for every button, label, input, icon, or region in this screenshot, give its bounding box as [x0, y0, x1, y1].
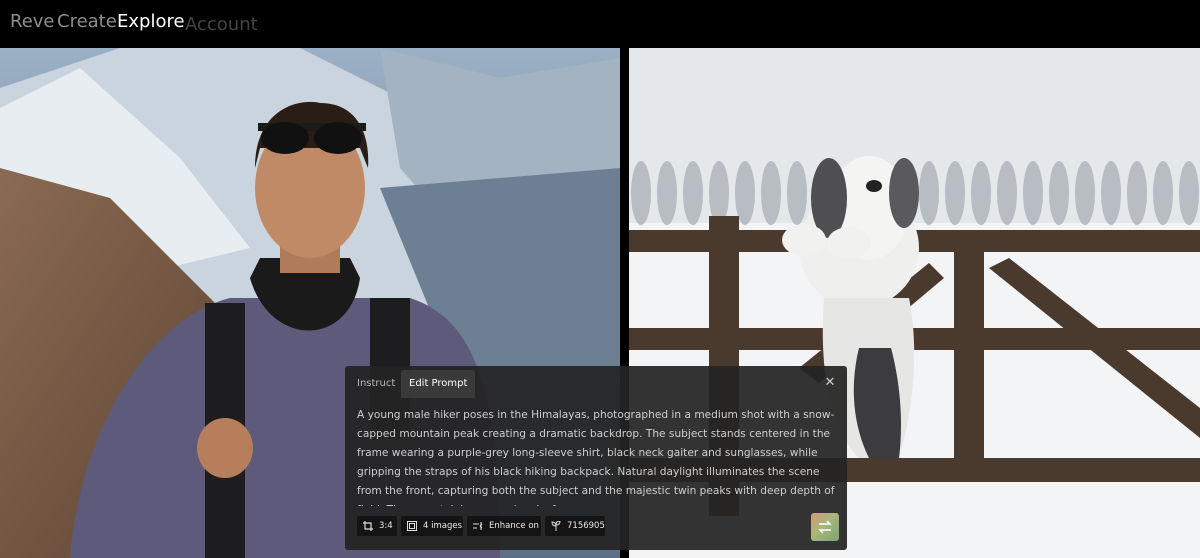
top-nav: Reve Create Explore Account [0, 0, 1200, 48]
prompt-text[interactable]: A young male hiker poses in the Himalaya… [357, 406, 835, 506]
tab-instruct[interactable]: Instruct [349, 370, 403, 398]
seed-label: 7156905 [567, 521, 605, 531]
aspect-ratio-chip[interactable]: 3:4 [357, 516, 397, 536]
nav-create[interactable]: Create [57, 10, 117, 34]
enhance-chip[interactable]: Enhance on [467, 516, 541, 536]
image-count-label: 4 images [423, 521, 463, 531]
nav-explore[interactable]: Explore [117, 10, 185, 34]
tab-edit-prompt[interactable]: Edit Prompt [401, 370, 476, 398]
swap-icon [818, 520, 832, 534]
seed-icon [551, 521, 561, 531]
prompt-tabs: Instruct Edit Prompt ✕ [345, 366, 847, 400]
aspect-ratio-label: 3:4 [379, 521, 393, 531]
crop-icon [363, 521, 373, 531]
images-icon [407, 521, 417, 531]
nav-brand-reve[interactable]: Reve [10, 10, 55, 34]
close-icon[interactable]: ✕ [823, 376, 837, 390]
seed-chip[interactable]: 7156905 [545, 516, 605, 536]
edit-prompt-panel: Instruct Edit Prompt ✕ A young male hike… [345, 366, 847, 550]
enhance-label: Enhance on [489, 521, 539, 531]
enhance-icon [473, 522, 483, 530]
nav-account[interactable]: Account [185, 13, 258, 37]
image-count-chip[interactable]: 4 images [401, 516, 463, 536]
swap-button[interactable] [811, 513, 839, 541]
